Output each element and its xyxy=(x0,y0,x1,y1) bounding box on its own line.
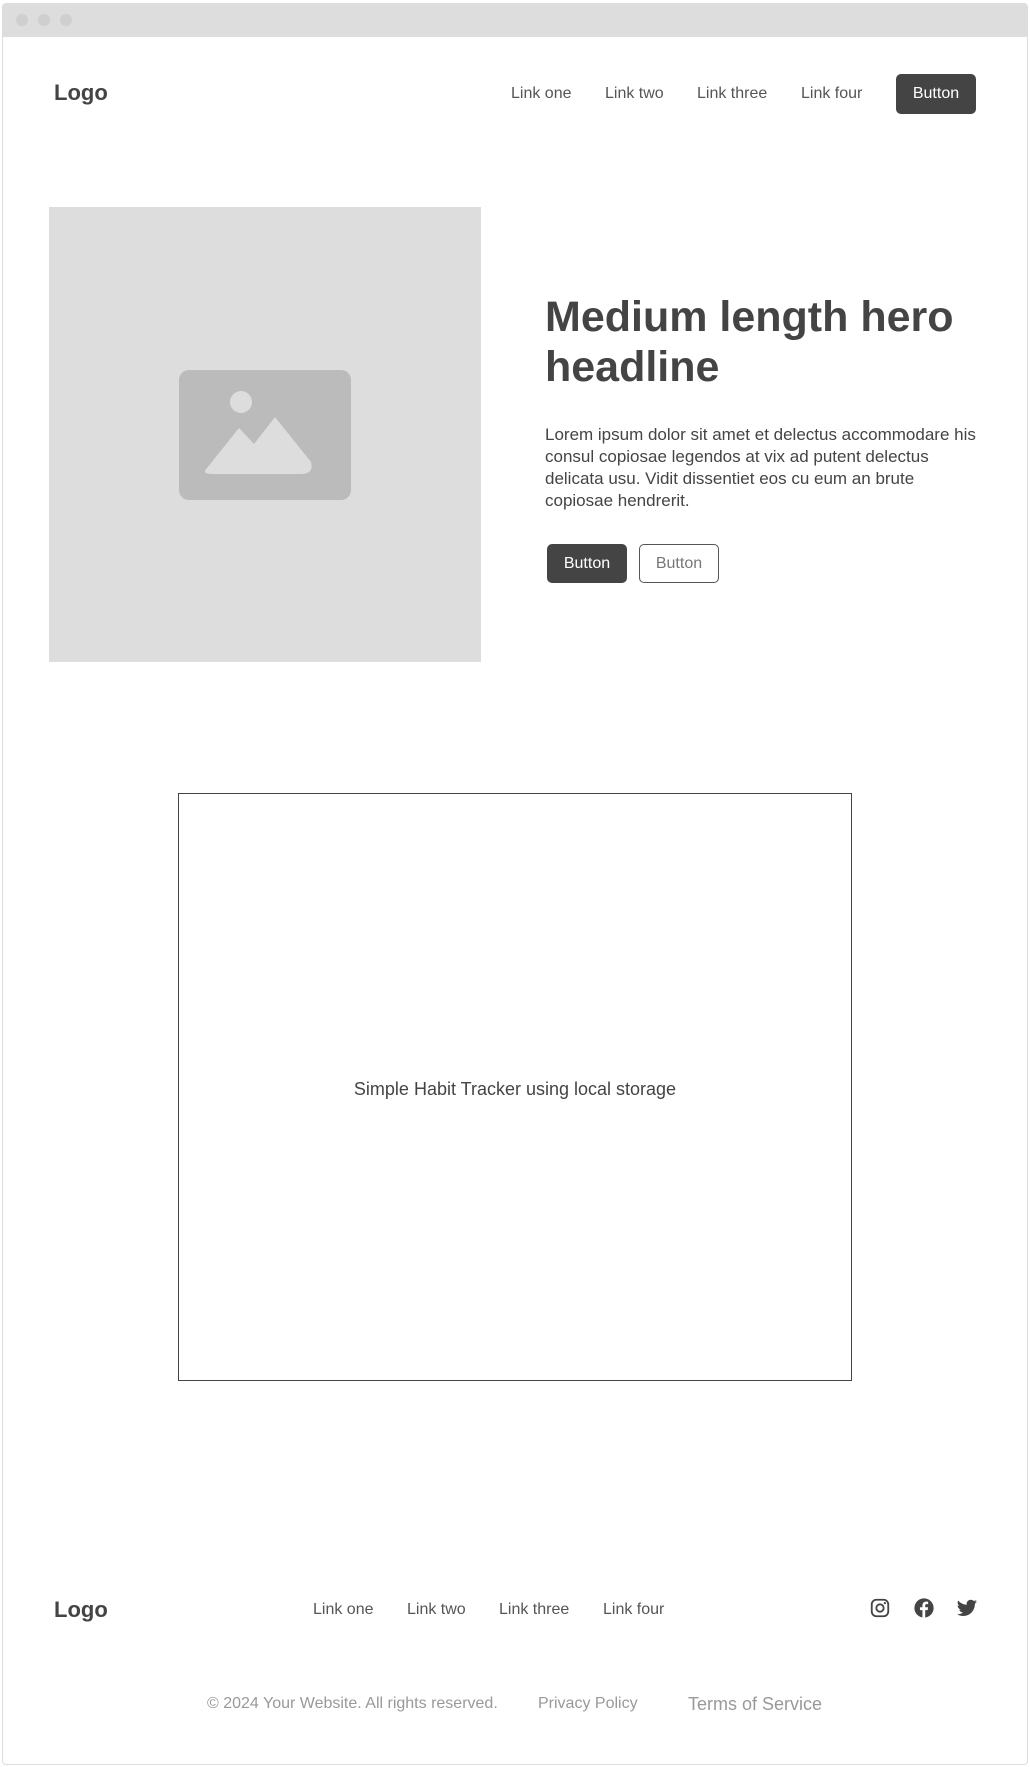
facebook-icon[interactable] xyxy=(913,1597,935,1619)
footer-privacy-link[interactable]: Privacy Policy xyxy=(538,1695,638,1713)
footer-terms-link[interactable]: Terms of Service xyxy=(688,1694,822,1715)
header-logo[interactable]: Logo xyxy=(54,80,108,106)
image-placeholder-icon xyxy=(179,370,351,500)
header-link-two[interactable]: Link two xyxy=(605,85,664,103)
hero-primary-button[interactable]: Button xyxy=(547,544,627,583)
footer-copyright: © 2024 Your Website. All rights reserved… xyxy=(207,1695,498,1712)
header-link-four[interactable]: Link four xyxy=(801,85,862,103)
habit-tracker-label: Simple Habit Tracker using local storage xyxy=(353,1079,677,1099)
instagram-icon[interactable] xyxy=(869,1597,891,1619)
hero-secondary-button[interactable]: Button xyxy=(639,544,719,583)
footer-link-two[interactable]: Link two xyxy=(407,1601,466,1619)
window-maximize-dot[interactable] xyxy=(60,14,72,26)
footer-link-four[interactable]: Link four xyxy=(603,1601,664,1619)
header-cta-button[interactable]: Button xyxy=(896,74,976,114)
twitter-icon[interactable] xyxy=(956,1597,978,1619)
header-link-three[interactable]: Link three xyxy=(697,85,767,103)
habit-tracker-container: Simple Habit Tracker using local storage xyxy=(178,793,852,1381)
header-link-one[interactable]: Link one xyxy=(511,85,572,103)
hero-image-placeholder xyxy=(49,207,481,662)
hero-body-text: Lorem ipsum dolor sit amet et delectus a… xyxy=(545,425,976,510)
window-titlebar xyxy=(3,4,1027,37)
window-minimize-dot[interactable] xyxy=(38,14,50,26)
footer-logo[interactable]: Logo xyxy=(54,1597,108,1623)
footer-link-one[interactable]: Link one xyxy=(313,1601,374,1619)
hero-headline: Medium length hero headline xyxy=(545,293,954,391)
window-close-dot[interactable] xyxy=(16,14,28,26)
footer-link-three[interactable]: Link three xyxy=(499,1601,569,1619)
